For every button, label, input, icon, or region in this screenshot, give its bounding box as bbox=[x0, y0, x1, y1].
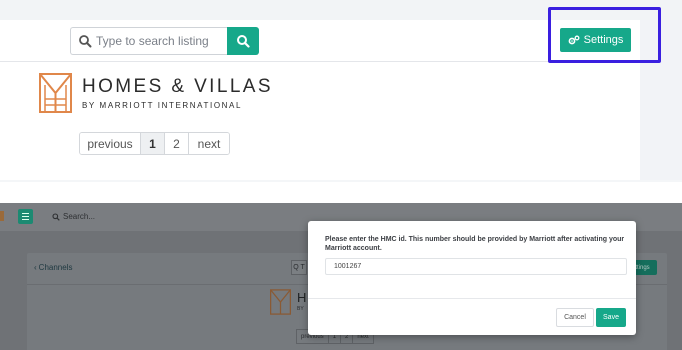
logo-subtitle-partial: BY bbox=[297, 306, 304, 312]
top-panel: Type to search listing Settings HOMES & … bbox=[0, 0, 682, 182]
channels-back-link[interactable]: ‹ Channels bbox=[34, 263, 72, 272]
logo-title: HOMES & VILLAS bbox=[82, 76, 273, 97]
topbar-search-placeholder: Search... bbox=[63, 212, 96, 221]
search-input[interactable]: Type to search listing bbox=[70, 27, 227, 55]
search-placeholder: Type to search listing bbox=[96, 34, 209, 48]
homes-villas-logo-icon bbox=[270, 289, 291, 315]
logo-subtitle: BY MARRIOTT INTERNATIONAL bbox=[82, 101, 243, 110]
topbar-search[interactable]: Search... bbox=[52, 212, 95, 221]
search-button[interactable] bbox=[227, 27, 259, 55]
pagination-page-2[interactable]: 2 bbox=[165, 133, 189, 154]
card-search-input[interactable]: Q T bbox=[291, 260, 307, 275]
hmc-id-input[interactable]: 1001267 bbox=[325, 258, 627, 275]
cancel-button[interactable]: Cancel bbox=[556, 308, 594, 327]
app-logo-icon bbox=[0, 211, 4, 221]
screenshot-stage: Type to search listing Settings HOMES & … bbox=[0, 0, 682, 350]
pagination-page-1[interactable]: 1 bbox=[141, 133, 165, 154]
logo-title-partial: H bbox=[297, 290, 307, 305]
hmc-id-modal: Please enter the HMC id. This number sho… bbox=[308, 221, 636, 335]
pagination-next[interactable]: next bbox=[189, 133, 229, 154]
search-icon bbox=[52, 212, 60, 221]
save-button[interactable]: Save bbox=[596, 308, 626, 327]
modal-instruction: Please enter the HMC id. This number sho… bbox=[325, 236, 625, 252]
hamburger-menu-button[interactable] bbox=[18, 209, 33, 224]
chevron-left-icon: ‹ bbox=[34, 263, 37, 272]
header-divider bbox=[0, 61, 640, 62]
pagination-previous[interactable]: previous bbox=[80, 133, 141, 154]
homes-villas-logo-icon bbox=[39, 73, 72, 113]
search-icon bbox=[79, 35, 92, 48]
menu-line-icon bbox=[22, 213, 29, 214]
menu-line-icon bbox=[22, 219, 29, 220]
search-icon bbox=[237, 35, 250, 48]
highlight-box bbox=[548, 7, 661, 63]
menu-line-icon bbox=[22, 216, 29, 217]
channels-label: Channels bbox=[38, 263, 73, 272]
pagination: previous 1 2 next bbox=[79, 132, 230, 155]
modal-divider bbox=[308, 298, 636, 299]
